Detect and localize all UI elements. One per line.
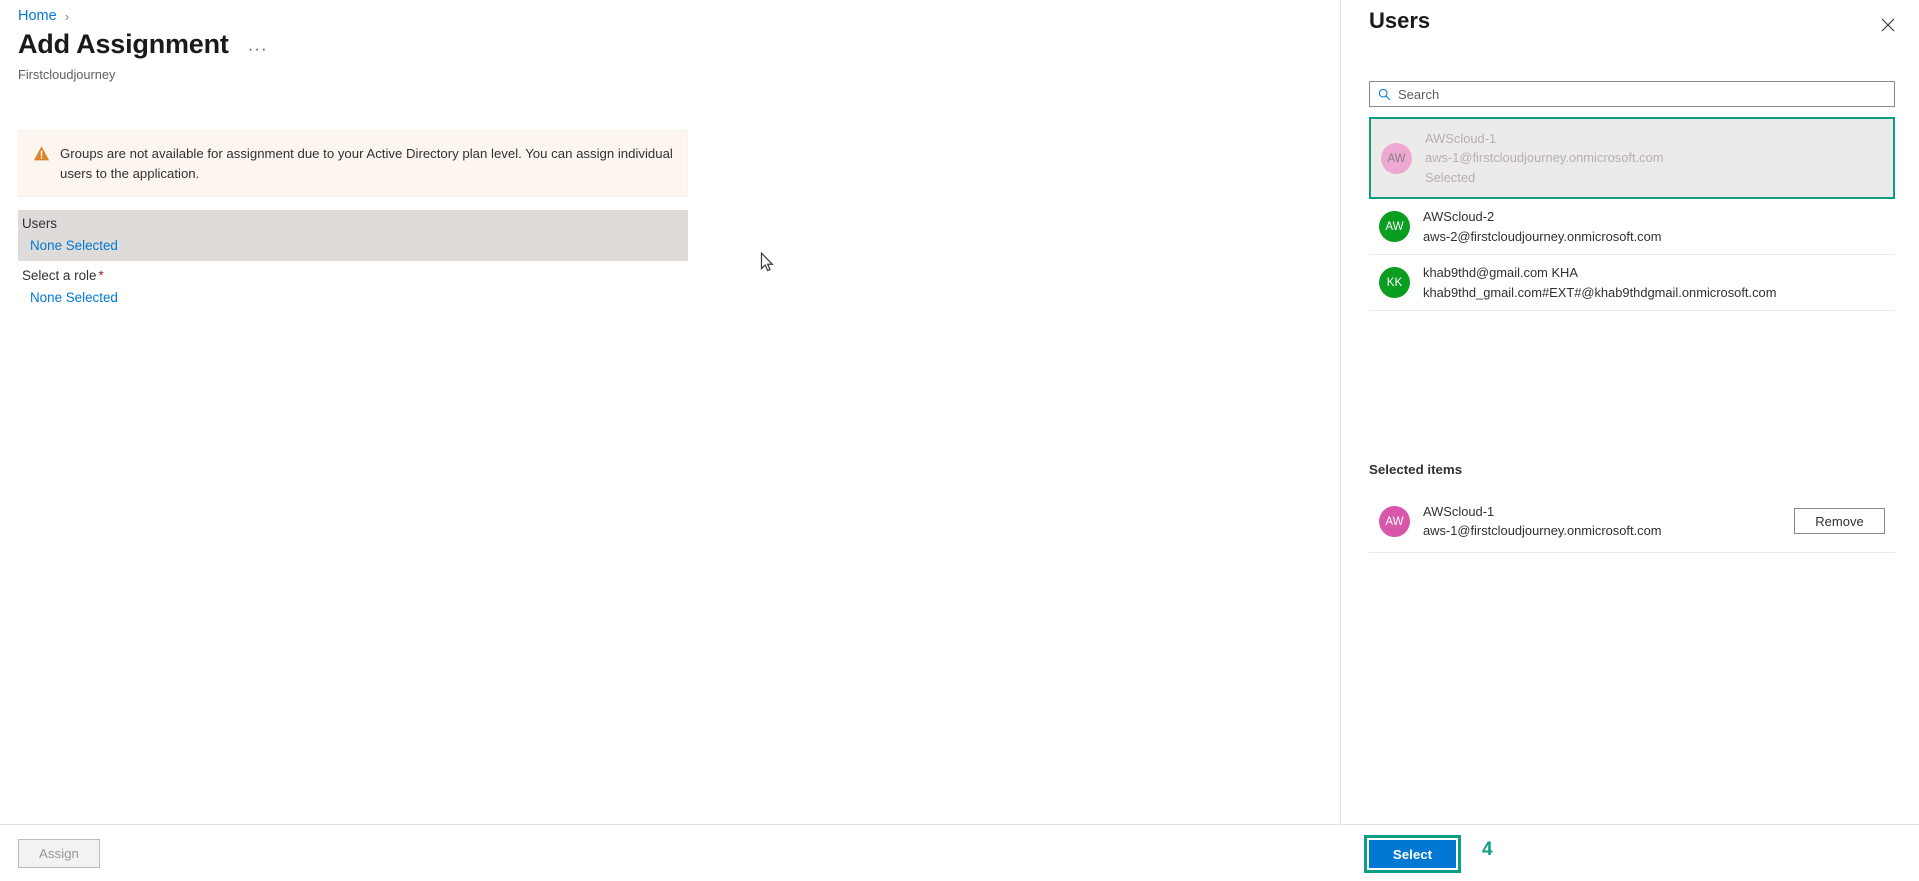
mouse-cursor-icon — [760, 251, 774, 273]
role-field-value-link[interactable]: None Selected — [18, 290, 688, 305]
user-email: khab9thd_gmail.com#EXT#@khab9thdgmail.on… — [1423, 284, 1777, 300]
user-name: khab9thd@gmail.com KHA — [1423, 265, 1578, 281]
select-button-highlight: Select — [1364, 835, 1461, 873]
page-title: Add Assignment — [18, 29, 229, 59]
user-name: AWScloud-2 — [1423, 209, 1495, 225]
avatar: AW — [1381, 142, 1412, 174]
close-icon[interactable] — [1877, 14, 1899, 36]
user-info: khab9thd@gmail.com KHA khab9thd_gmail.co… — [1423, 264, 1776, 301]
blade-footer: Assign — [0, 824, 1341, 881]
warning-banner: Groups are not available for assignment … — [18, 130, 688, 198]
selected-items-heading: Selected items — [1369, 462, 1463, 477]
user-info: AWScloud-2 aws-2@firstcloudjourney.onmic… — [1423, 208, 1662, 245]
user-info: AWScloud-1 aws-1@firstcloudjourney.onmic… — [1425, 130, 1664, 186]
select-button[interactable]: Select — [1369, 840, 1456, 868]
search-icon — [1378, 88, 1391, 101]
assign-button[interactable]: Assign — [18, 839, 100, 868]
user-name: AWScloud-1 — [1425, 131, 1497, 146]
user-email: aws-2@firstcloudjourney.onmicrosoft.com — [1423, 228, 1662, 244]
user-selected-state: Selected — [1425, 169, 1476, 185]
add-assignment-blade: Home › Add Assignment ··· Firstcloudjour… — [0, 0, 1341, 881]
search-box[interactable] — [1369, 81, 1895, 107]
role-field-label-text: Select a role — [22, 268, 97, 283]
selected-user-info: AWScloud-1 aws-1@firstcloudjourney.onmic… — [1423, 503, 1662, 540]
user-email: aws-1@firstcloudjourney.onmicrosoft.com — [1425, 150, 1664, 166]
selected-item-row: AW AWScloud-1 aws-1@firstcloudjourney.on… — [1369, 492, 1895, 553]
app-root: Home › Add Assignment ··· Firstcloudjour… — [0, 0, 1919, 881]
panel-header: Users — [1342, 0, 1919, 48]
user-list-item-khab9thd[interactable]: KK khab9thd@gmail.com KHA khab9thd_gmail… — [1369, 255, 1895, 311]
user-list-item-awscloud-2[interactable]: AW AWScloud-2 aws-2@firstcloudjourney.on… — [1369, 199, 1895, 256]
user-name: AWScloud-1 — [1423, 504, 1495, 519]
page-title-row: Add Assignment ··· — [18, 29, 273, 60]
avatar: AW — [1379, 505, 1410, 537]
user-email: aws-1@firstcloudjourney.onmicrosoft.com — [1423, 523, 1662, 539]
warning-banner-text: Groups are not available for assignment … — [60, 146, 673, 181]
selected-items-list: AW AWScloud-1 aws-1@firstcloudjourney.on… — [1369, 492, 1895, 553]
breadcrumb: Home › — [18, 8, 69, 24]
panel-title: Users — [1369, 8, 1431, 33]
user-list-item-awscloud-1[interactable]: AW AWScloud-1 aws-1@firstcloudjourney.on… — [1369, 117, 1895, 200]
warning-triangle-icon — [33, 145, 50, 162]
more-options-icon[interactable]: ··· — [243, 40, 273, 57]
page-subtitle: Firstcloudjourney — [18, 67, 116, 82]
breadcrumb-chevron-right-icon: › — [64, 8, 70, 24]
search-input[interactable] — [1398, 86, 1894, 102]
user-results-list: AW AWScloud-1 aws-1@firstcloudjourney.on… — [1369, 117, 1895, 311]
users-field-label: Users — [22, 216, 57, 231]
role-field: Select a role * None Selected — [18, 268, 688, 305]
step-number-annotation: 4 — [1482, 839, 1493, 860]
users-field-value-link[interactable]: None Selected — [18, 238, 688, 253]
role-field-label: Select a role * — [18, 268, 688, 283]
panel-footer: Select 4 — [1342, 824, 1919, 881]
avatar: KK — [1379, 267, 1410, 299]
users-field: Users None Selected — [18, 210, 688, 261]
remove-button[interactable]: Remove — [1794, 508, 1885, 535]
breadcrumb-home-link[interactable]: Home — [18, 8, 57, 24]
required-marker: * — [98, 268, 104, 283]
avatar: AW — [1379, 211, 1410, 243]
users-picker-panel: Users AW AWScloud-1 aws- — [1342, 0, 1919, 881]
